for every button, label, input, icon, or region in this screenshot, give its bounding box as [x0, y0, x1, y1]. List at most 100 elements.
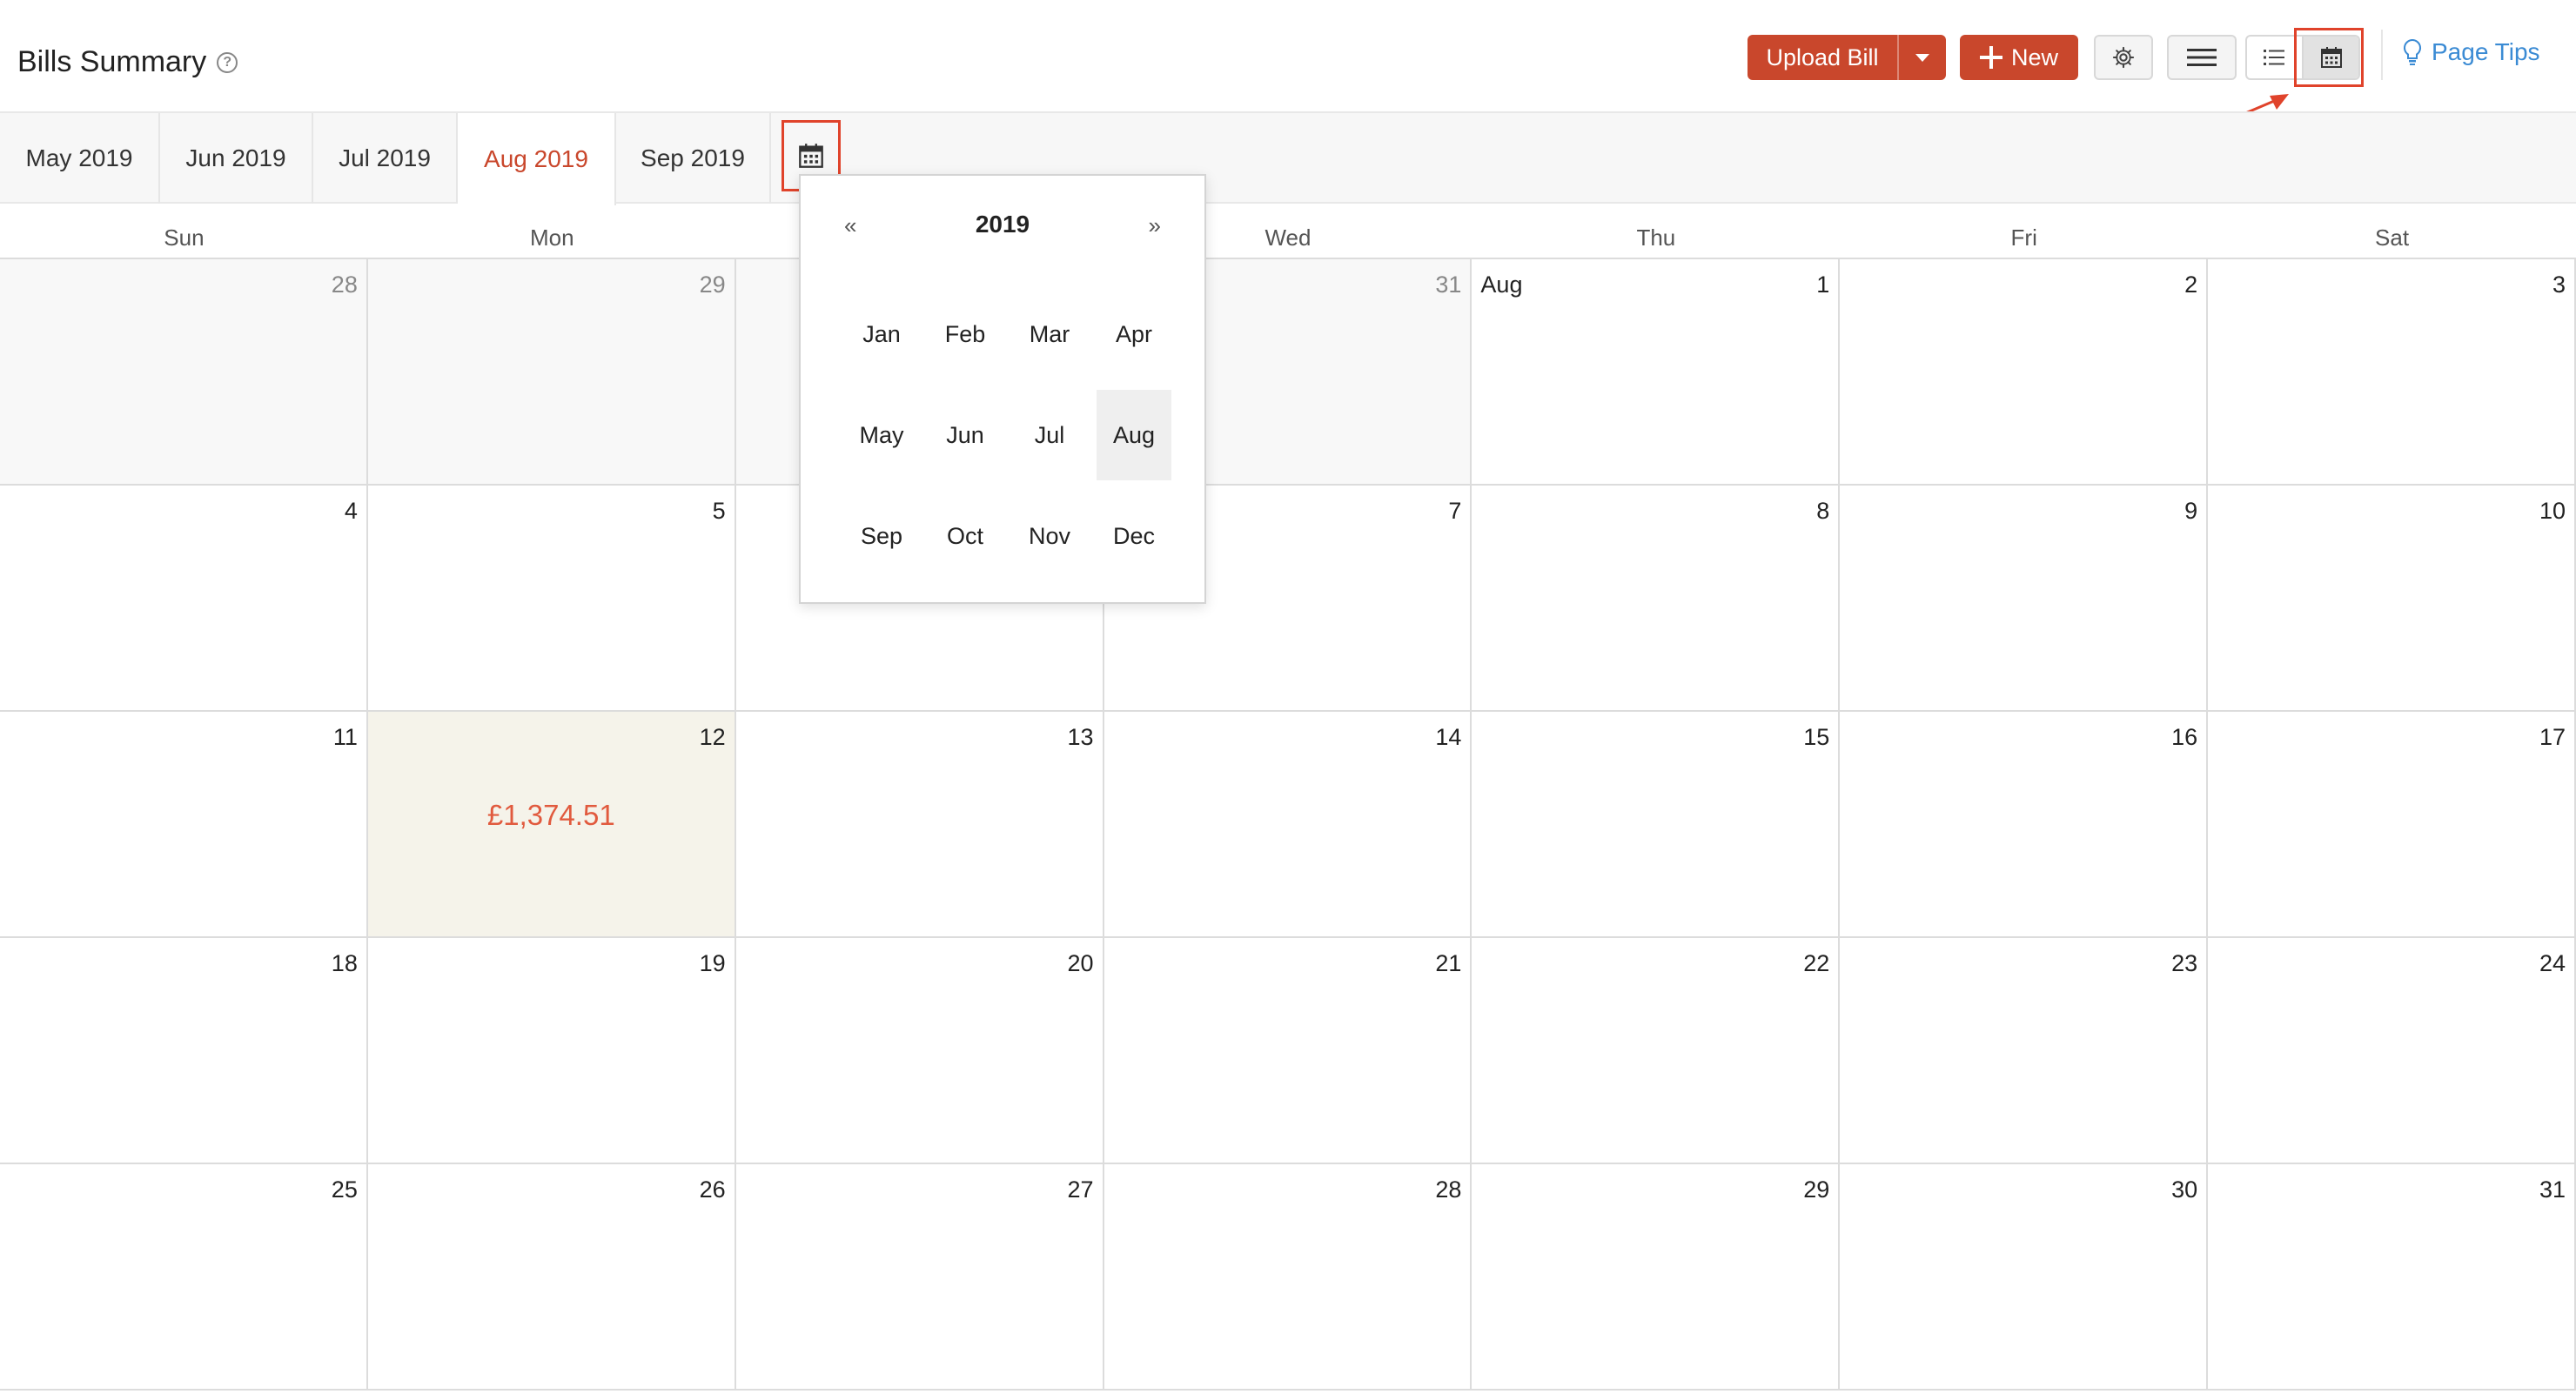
picker-month-nov[interactable]: Nov [1012, 491, 1087, 581]
help-icon[interactable]: ? [217, 51, 238, 73]
calendar-day-cell[interactable]: 12 £1,374.51 [367, 712, 736, 938]
upload-dropdown-button[interactable] [1899, 35, 1946, 80]
calendar-day-cell[interactable]: 28 [0, 259, 368, 486]
day-number: 22 [1803, 950, 1830, 976]
tab-sep-2019[interactable]: Sep 2019 [616, 113, 771, 204]
calendar-day-cell[interactable]: 29 [1472, 1164, 1841, 1391]
weekday-label: Sun [164, 225, 205, 251]
picker-month-mar[interactable]: Mar [1012, 289, 1087, 379]
calendar-day-cell[interactable]: 9 [1840, 486, 2209, 712]
calendar-day-cell[interactable]: 18 [0, 938, 368, 1164]
day-number: 5 [712, 498, 726, 524]
new-bill-label: New [2010, 44, 2058, 70]
gear-icon [2112, 46, 2135, 69]
day-number: 26 [699, 1176, 726, 1203]
upload-bill-button[interactable]: Upload Bill [1748, 35, 1946, 80]
month-label: Aug [1480, 271, 1523, 298]
month-tabs: May 2019 Jun 2019 Jul 2019 Aug 2019 Sep … [0, 111, 2576, 205]
list-view-icon [2263, 50, 2284, 65]
new-bill-button[interactable]: New [1960, 35, 2078, 80]
calendar-view-highlight [2294, 28, 2364, 87]
day-number: 15 [1803, 724, 1830, 750]
day-number: 7 [1448, 498, 1462, 524]
calendar-day-cell[interactable]: 4 [0, 486, 368, 712]
calendar-day-cell[interactable]: 14 [1104, 712, 1472, 938]
calendar-day-cell[interactable]: 2 [1840, 259, 2209, 486]
picker-month-oct[interactable]: Oct [928, 491, 1003, 581]
day-number: 24 [2539, 950, 2566, 976]
day-number: 19 [699, 950, 726, 976]
day-number: 28 [331, 271, 358, 298]
day-number: 25 [331, 1176, 358, 1203]
picker-month-apr[interactable]: Apr [1097, 289, 1171, 379]
next-year-button[interactable]: » [1149, 212, 1161, 239]
day-number: 12 [699, 724, 726, 750]
calendar-day-cell[interactable]: 23 [1840, 938, 2209, 1164]
more-options-button[interactable] [2167, 35, 2237, 80]
day-number: 11 [332, 724, 358, 750]
day-number: 23 [2171, 950, 2198, 976]
calendar-day-cell[interactable]: 5 [367, 486, 736, 712]
calendar-day-cell[interactable]: 17 [2208, 712, 2576, 938]
weekday-label: Fri [2010, 225, 2037, 251]
weekday-label: Mon [529, 225, 574, 251]
day-number: 29 [699, 271, 726, 298]
day-number: 13 [1067, 724, 1094, 750]
day-number: 18 [331, 950, 358, 976]
picker-year: 2019 [975, 211, 1030, 238]
picker-month-jul[interactable]: Jul [1012, 390, 1087, 480]
calendar-day-cell[interactable]: 30 [1840, 1164, 2209, 1391]
header-divider [2381, 30, 2383, 80]
calendar-day-cell[interactable]: 29 [367, 259, 736, 486]
day-number: 21 [1435, 950, 1462, 976]
picker-month-jun[interactable]: Jun [928, 390, 1003, 480]
calendar-day-cell[interactable]: 8 [1472, 486, 1841, 712]
calendar-day-cell[interactable]: 26 [367, 1164, 736, 1391]
calendar-icon [799, 144, 823, 168]
calendar-day-cell[interactable]: 21 [1104, 938, 1472, 1164]
day-number: 8 [1816, 498, 1830, 524]
weekday-label: Thu [1636, 225, 1676, 251]
day-number: 31 [1435, 271, 1462, 298]
calendar-day-cell[interactable]: 20 [735, 938, 1104, 1164]
day-number: 1 [1816, 271, 1830, 298]
tab-aug-2019[interactable]: Aug 2019 [458, 113, 616, 205]
upload-bill-label[interactable]: Upload Bill [1748, 35, 1899, 80]
day-number: 14 [1435, 724, 1462, 750]
picker-month-aug[interactable]: Aug [1097, 390, 1171, 480]
page-title: Bills Summary [17, 45, 207, 78]
tab-jul-2019[interactable]: Jul 2019 [313, 113, 458, 204]
plus-icon [1979, 46, 2002, 69]
calendar-day-cell[interactable]: 15 [1472, 712, 1841, 938]
picker-month-sep[interactable]: Sep [844, 491, 919, 581]
title-area: Bills Summary ? [17, 45, 238, 79]
calendar-day-cell[interactable]: 31 [2208, 1164, 2576, 1391]
calendar-day-cell[interactable]: 3 [2208, 259, 2576, 486]
calendar-day-cell[interactable]: Aug 1 [1472, 259, 1841, 486]
picker-month-feb[interactable]: Feb [928, 289, 1003, 379]
settings-button[interactable] [2094, 35, 2153, 80]
picker-month-may[interactable]: May [844, 390, 919, 480]
bill-amount[interactable]: £1,374.51 [368, 799, 735, 832]
tab-may-2019[interactable]: May 2019 [0, 113, 160, 204]
picker-month-dec[interactable]: Dec [1097, 491, 1171, 581]
picker-month-jan[interactable]: Jan [844, 289, 919, 379]
calendar-day-cell[interactable]: 25 [0, 1164, 368, 1391]
calendar-day-cell[interactable]: 19 [367, 938, 736, 1164]
calendar-day-cell[interactable]: 28 [1104, 1164, 1472, 1391]
calendar-day-cell[interactable]: 16 [1840, 712, 2209, 938]
page-tips-label[interactable]: Page Tips [2432, 38, 2540, 66]
day-number: 28 [1435, 1176, 1462, 1203]
page-tips-link[interactable]: Page Tips [2402, 38, 2540, 66]
calendar-day-cell[interactable]: 22 [1472, 938, 1841, 1164]
calendar-day-cell[interactable]: 10 [2208, 486, 2576, 712]
day-number: 30 [2171, 1176, 2198, 1203]
calendar-day-cell[interactable]: 27 [735, 1164, 1104, 1391]
calendar-day-cell[interactable]: 13 [735, 712, 1104, 938]
month-picker-popup: « 2019 » Jan Feb Mar Apr May Jun Jul Aug Sep Oct N… [799, 174, 1206, 604]
weekday-label: Sat [2375, 225, 2410, 251]
calendar-day-cell[interactable]: 24 [2208, 938, 2576, 1164]
day-number: 16 [2171, 724, 2198, 750]
calendar-day-cell[interactable]: 11 [0, 712, 368, 938]
tab-jun-2019[interactable]: Jun 2019 [160, 113, 313, 204]
